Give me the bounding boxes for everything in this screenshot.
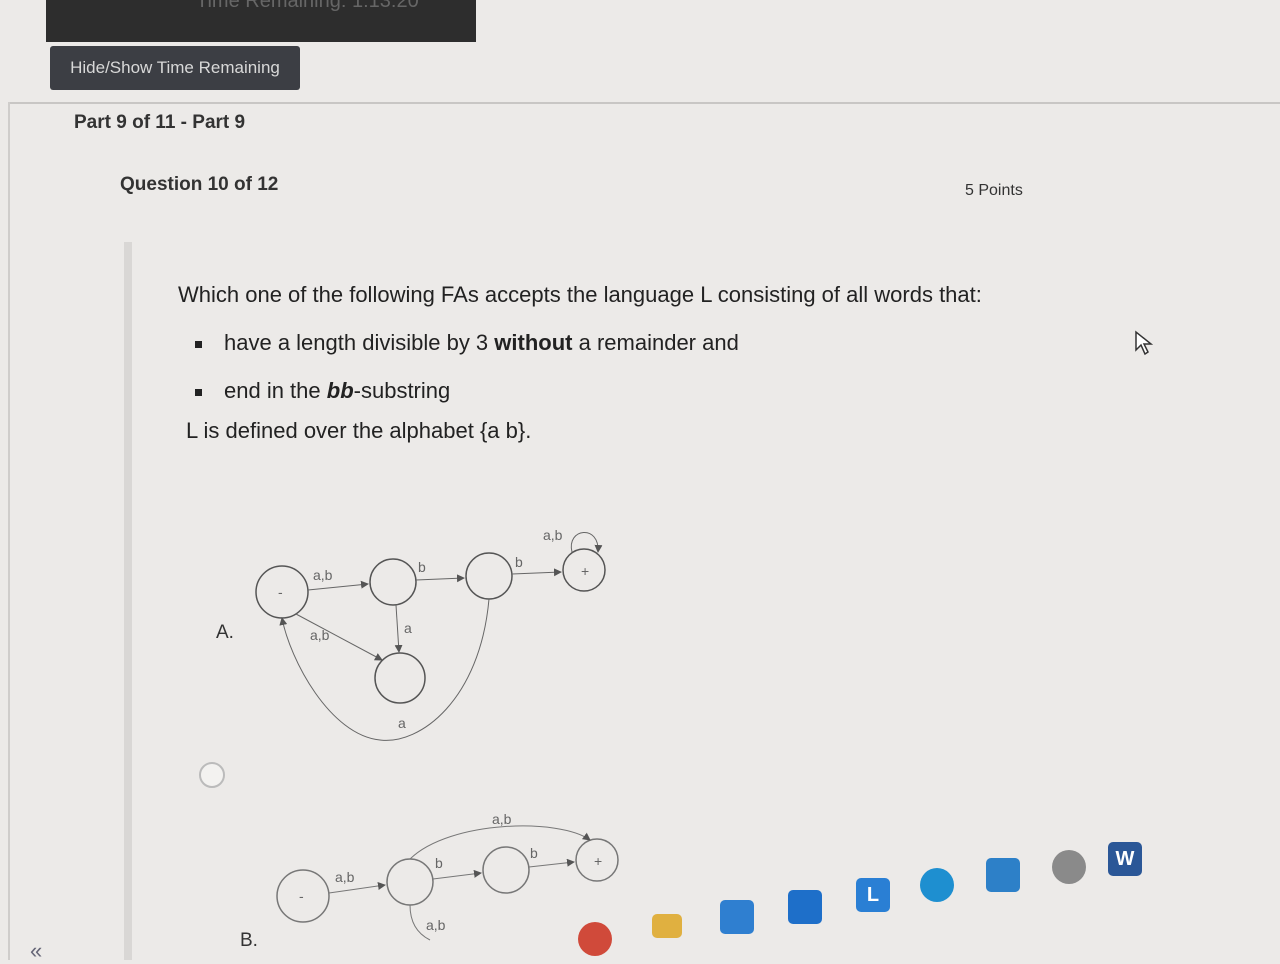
file-explorer-icon[interactable] bbox=[652, 914, 682, 938]
fa-a-edge-label: b bbox=[515, 554, 523, 570]
fa-a-edge-2-3 bbox=[415, 574, 465, 583]
fa-b-state-3 bbox=[482, 846, 530, 894]
chrome-icon[interactable] bbox=[578, 922, 612, 956]
photos-icon[interactable] bbox=[986, 858, 1020, 892]
word-icon[interactable]: W bbox=[1108, 842, 1142, 876]
mail-icon[interactable] bbox=[788, 890, 822, 924]
fa-b-state-2 bbox=[386, 858, 434, 906]
fa-a-state-2 bbox=[369, 558, 417, 606]
fa-a-final-marker: + bbox=[581, 563, 589, 579]
fa-a-state-3 bbox=[465, 552, 513, 600]
snipping-tool-icon[interactable] bbox=[1052, 850, 1086, 884]
option-b-diagram[interactable]: - + a,b b b a,b a,b bbox=[276, 811, 619, 941]
fa-a-edge-2-4 bbox=[394, 604, 403, 653]
fa-b-edge-label: a,b bbox=[335, 869, 355, 885]
fa-a-edge-label: a,b bbox=[313, 567, 333, 583]
fa-b-edge-label: a,b bbox=[492, 811, 512, 827]
fa-a-edge-3-1 bbox=[279, 598, 490, 741]
fa-b-edge-2-3 bbox=[432, 869, 482, 880]
fa-b-edge-label: a,b bbox=[426, 917, 446, 933]
fa-a-edge-label: a bbox=[404, 620, 412, 636]
fa-a-edge-label: b bbox=[418, 559, 426, 575]
collapse-nav-icon[interactable]: « bbox=[30, 938, 42, 964]
fa-a-edge-label: a,b bbox=[543, 527, 563, 543]
fa-b-start-marker: - bbox=[299, 888, 304, 904]
fa-a-state-4 bbox=[374, 652, 426, 704]
fa-a-edge-1-2 bbox=[307, 580, 369, 591]
option-a-diagram[interactable]: - + a,b b b a,b a,b a a bbox=[255, 527, 606, 741]
fa-a-edge-label: a,b bbox=[310, 627, 330, 643]
fa-a-edge-1-4 bbox=[295, 613, 383, 661]
fa-diagrams: - + a,b b b a,b a,b a a - + a,b b b a,b … bbox=[255, 527, 619, 941]
fa-b-edge-label: b bbox=[435, 855, 443, 871]
fa-a-edge-label: a bbox=[398, 715, 406, 731]
fa-a-start-marker: - bbox=[278, 584, 283, 600]
fa-b-edge-3-final bbox=[528, 858, 575, 868]
fa-b-final-marker: + bbox=[594, 853, 602, 869]
fa-b-edge-label: b bbox=[530, 845, 538, 861]
fa-a-edge-3-final bbox=[511, 568, 562, 577]
edge-icon[interactable] bbox=[920, 868, 954, 902]
microsoft-store-icon[interactable] bbox=[720, 900, 754, 934]
mouse-cursor-icon bbox=[1135, 330, 1154, 356]
lernen-app-icon[interactable]: L bbox=[856, 878, 890, 912]
fa-b-edge-1-2 bbox=[328, 882, 386, 894]
